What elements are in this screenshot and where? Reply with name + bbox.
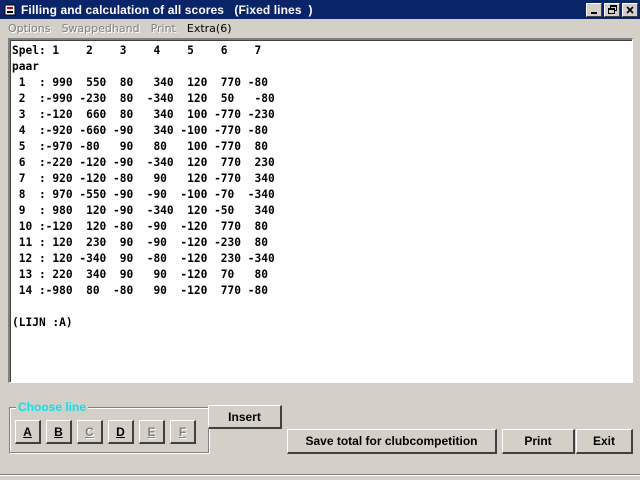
scores-output-area[interactable]: Spel: 1 2 3 4 5 6 7 paar 1 : 990 550 80 … [8,38,633,383]
scores-table-text: Spel: 1 2 3 4 5 6 7 paar 1 : 990 550 80 … [12,44,275,329]
save-total-button[interactable]: Save total for clubcompetition [287,429,497,454]
line-button-f[interactable]: F [170,420,196,444]
menu-print[interactable]: Print [147,22,180,35]
status-divider [0,474,640,476]
menu-options[interactable]: Options [4,22,54,35]
minimize-icon [591,11,597,14]
menu-swappedhand[interactable]: Swappedhand [57,22,143,35]
close-button[interactable] [622,2,638,17]
insert-button[interactable]: Insert [208,405,282,429]
window-title: Filling and calculation of all scores (F… [21,2,313,17]
line-buttons: A B C D E F [15,420,201,444]
exit-button[interactable]: Exit [576,429,633,454]
close-icon [626,5,634,14]
window-controls [584,2,638,17]
minimize-button[interactable] [586,2,602,17]
menu-extra[interactable]: Extra(6) [183,22,236,35]
bottom-panel: Choose line A B C D E F Insert Save tota… [8,400,633,454]
restore-icon [607,5,617,14]
line-button-d[interactable]: D [108,420,134,444]
choose-line-group: Choose line A B C D E F [9,400,209,453]
choose-line-legend: Choose line [16,400,89,414]
app-icon [3,3,17,17]
restore-button[interactable] [604,2,620,17]
menu-bar: Options Swappedhand Print Extra(6) [0,19,640,38]
print-button[interactable]: Print [502,429,575,454]
line-button-b[interactable]: B [46,420,72,444]
line-button-c[interactable]: C [77,420,103,444]
line-button-e[interactable]: E [139,420,165,444]
line-button-a[interactable]: A [15,420,41,444]
title-bar: Filling and calculation of all scores (F… [0,0,640,19]
